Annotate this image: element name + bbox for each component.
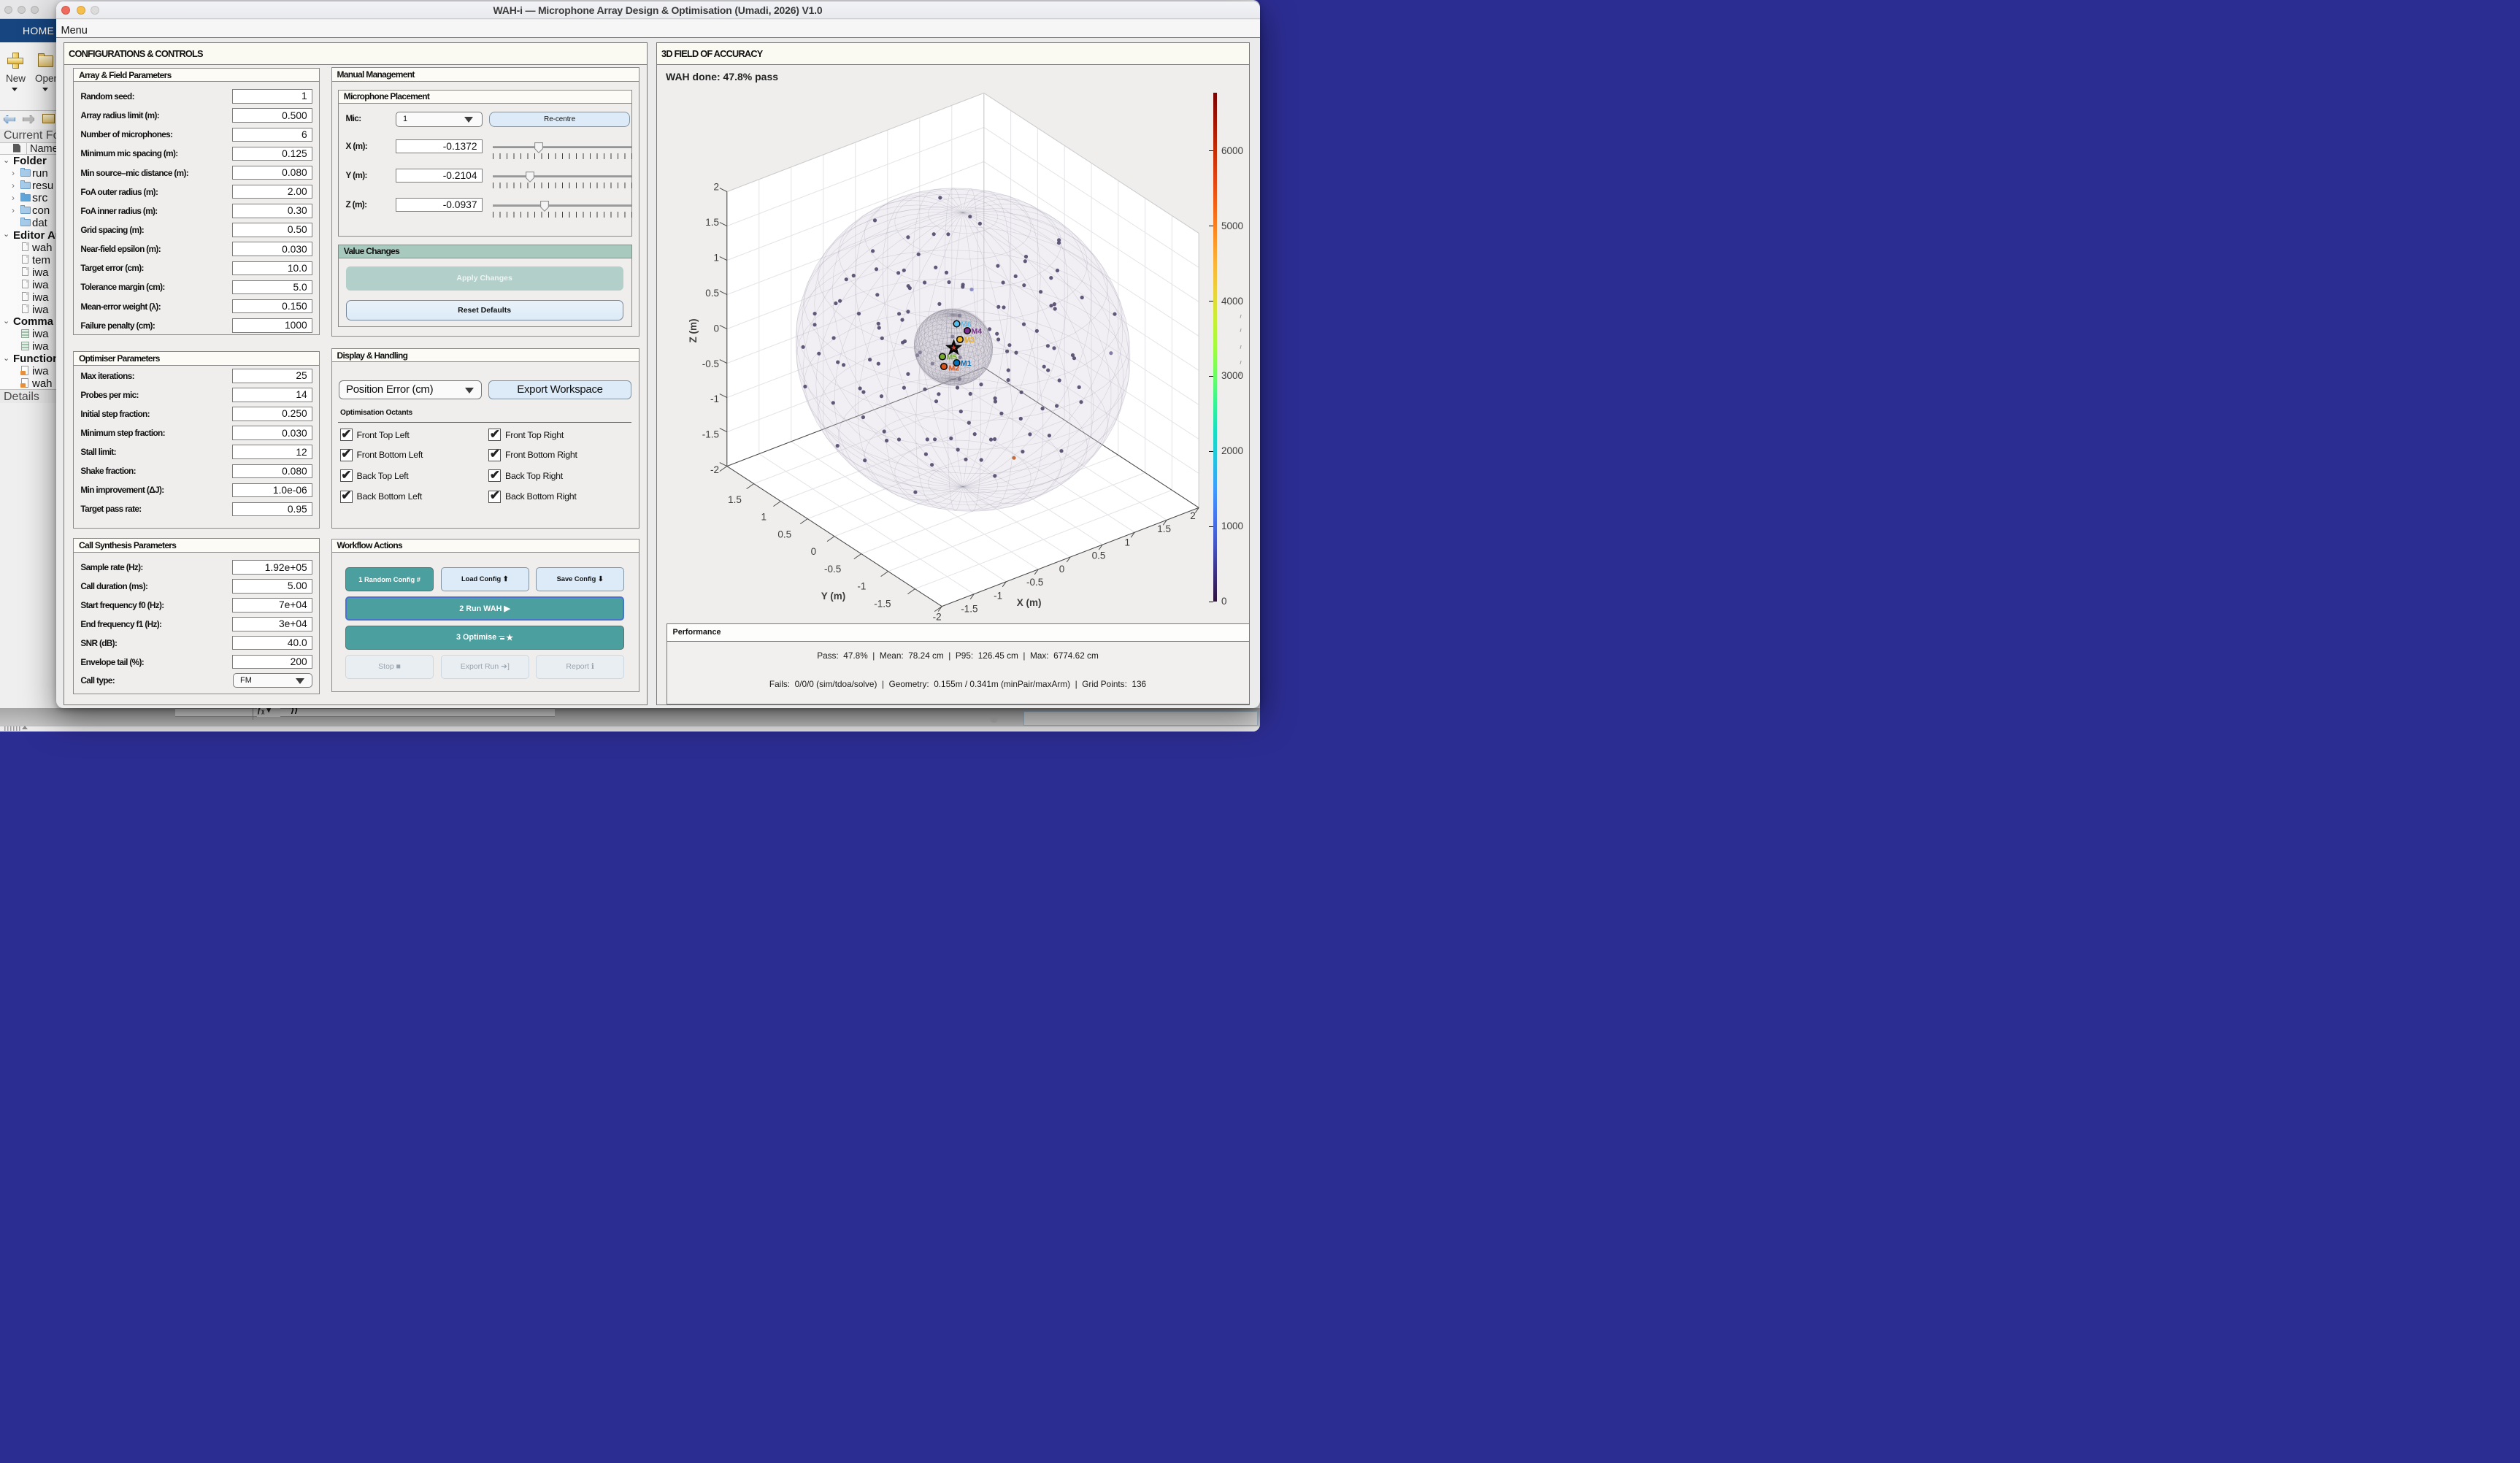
svg-text:-2: -2 (710, 464, 719, 475)
svg-text:1.5: 1.5 (705, 217, 719, 228)
svg-text:M1: M1 (961, 359, 972, 368)
svg-text:-0.5: -0.5 (1026, 577, 1043, 588)
svg-text:0.5: 0.5 (777, 529, 791, 539)
svg-text:-1: -1 (857, 581, 866, 592)
svg-text:-1.5: -1.5 (702, 429, 719, 440)
svg-text:Y (m): Y (m) (821, 591, 846, 602)
svg-text:-2: -2 (933, 612, 942, 623)
svg-text:2: 2 (1190, 510, 1196, 521)
svg-text:M3: M3 (964, 336, 975, 345)
svg-text:-0.5: -0.5 (824, 564, 841, 575)
svg-text:M4: M4 (972, 327, 983, 336)
svg-text:-0.5: -0.5 (702, 358, 719, 369)
svg-text:1.5: 1.5 (728, 494, 742, 505)
svg-text:-1.5: -1.5 (961, 604, 977, 615)
svg-text:1: 1 (1125, 537, 1131, 548)
svg-text:1: 1 (761, 512, 767, 523)
svg-text:1: 1 (713, 252, 719, 263)
svg-text:2: 2 (713, 182, 719, 193)
svg-text:0: 0 (811, 546, 817, 557)
svg-text:M6: M6 (961, 320, 972, 329)
svg-text:0.5: 0.5 (1092, 550, 1106, 561)
svg-text:-1.5: -1.5 (874, 598, 891, 609)
svg-text:-1: -1 (994, 590, 1002, 601)
svg-text:1.5: 1.5 (1157, 523, 1171, 534)
svg-text:Z (m): Z (m) (688, 319, 699, 343)
svg-text:0.5: 0.5 (705, 288, 719, 299)
svg-text:-1: -1 (710, 393, 719, 404)
svg-text:M5: M5 (947, 353, 958, 361)
svg-text:X (m): X (m) (1017, 597, 1042, 608)
svg-text:0: 0 (713, 323, 719, 334)
svg-text:0: 0 (1059, 564, 1065, 575)
